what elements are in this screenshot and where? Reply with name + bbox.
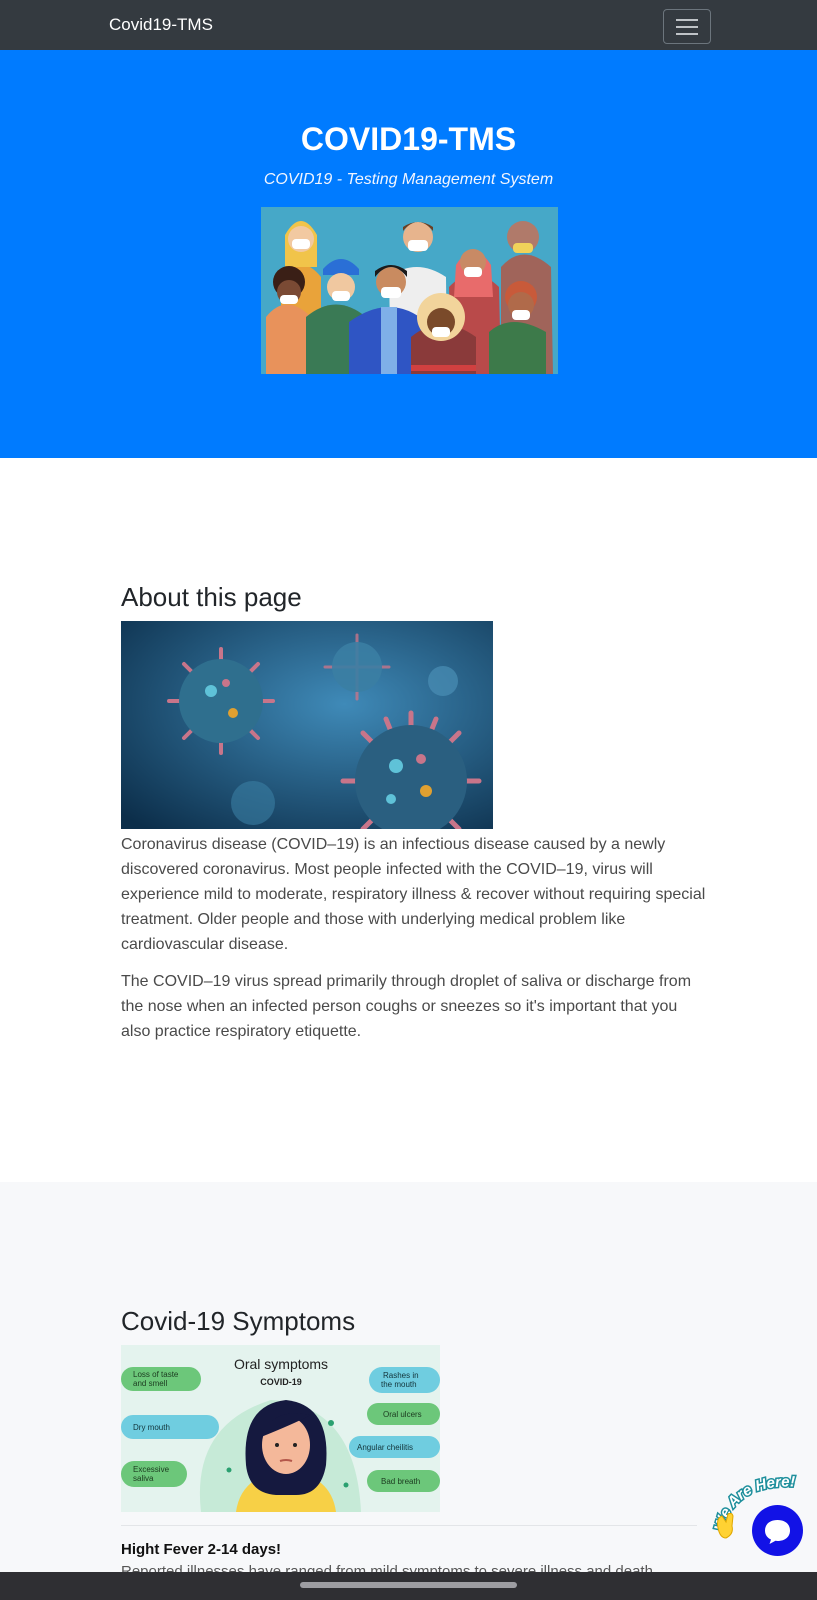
about-paragraph-2: The COVID–19 virus spread primarily thro… xyxy=(121,973,692,1040)
oral-label-bad-breath: Bad breath xyxy=(381,1477,420,1486)
oral-label-dry-mouth: Dry mouth xyxy=(133,1423,170,1432)
symptom-title: Hight Fever 2-14 days! xyxy=(121,1541,282,1558)
navbar: Covid19-TMS xyxy=(0,0,817,50)
hero-title: COVID19-TMS xyxy=(300,121,517,157)
home-gesture-pill[interactable] xyxy=(300,1582,517,1588)
oral-image-subtitle: COVID-19 xyxy=(260,1377,302,1387)
symptom-divider xyxy=(121,1525,697,1526)
system-navigation-bar xyxy=(0,1572,817,1600)
about-section: About this page Coronavirus disease (COV… xyxy=(0,458,817,1182)
oral-label-angular-cheilitis: Angular cheilitis xyxy=(357,1443,413,1452)
navbar-brand[interactable]: Covid19-TMS xyxy=(109,15,213,35)
hamburger-icon xyxy=(676,19,698,21)
oral-label-rashes: Rashes in the mouth xyxy=(381,1371,419,1389)
navbar-toggler-button[interactable] xyxy=(663,9,711,44)
masked-people-illustration xyxy=(261,207,558,374)
symptoms-heading: Covid-19 Symptoms xyxy=(121,1306,356,1336)
chat-button[interactable] xyxy=(752,1505,803,1556)
oral-label-oral-ulcers: Oral ulcers xyxy=(383,1410,422,1419)
about-heading: About this page xyxy=(121,582,302,612)
oral-image-title: Oral symptoms xyxy=(234,1356,328,1372)
chat-bubble-icon xyxy=(765,1520,790,1544)
hamburger-icon xyxy=(676,33,698,35)
coronavirus-illustration xyxy=(121,621,493,829)
oral-symptoms-illustration: Oral symptoms COVID-19 Loss of taste and … xyxy=(121,1345,440,1512)
about-paragraph-1: Coronavirus disease (COVID–19) is an inf… xyxy=(121,836,706,953)
hero-subtitle: COVID19 - Testing Management System xyxy=(263,171,554,188)
hero-section: COVID19-TMS COVID19 - Testing Management… xyxy=(0,50,817,458)
symptoms-section: Covid-19 Symptoms Oral symptoms COVID-19… xyxy=(0,1182,817,1580)
hamburger-icon xyxy=(676,26,698,28)
